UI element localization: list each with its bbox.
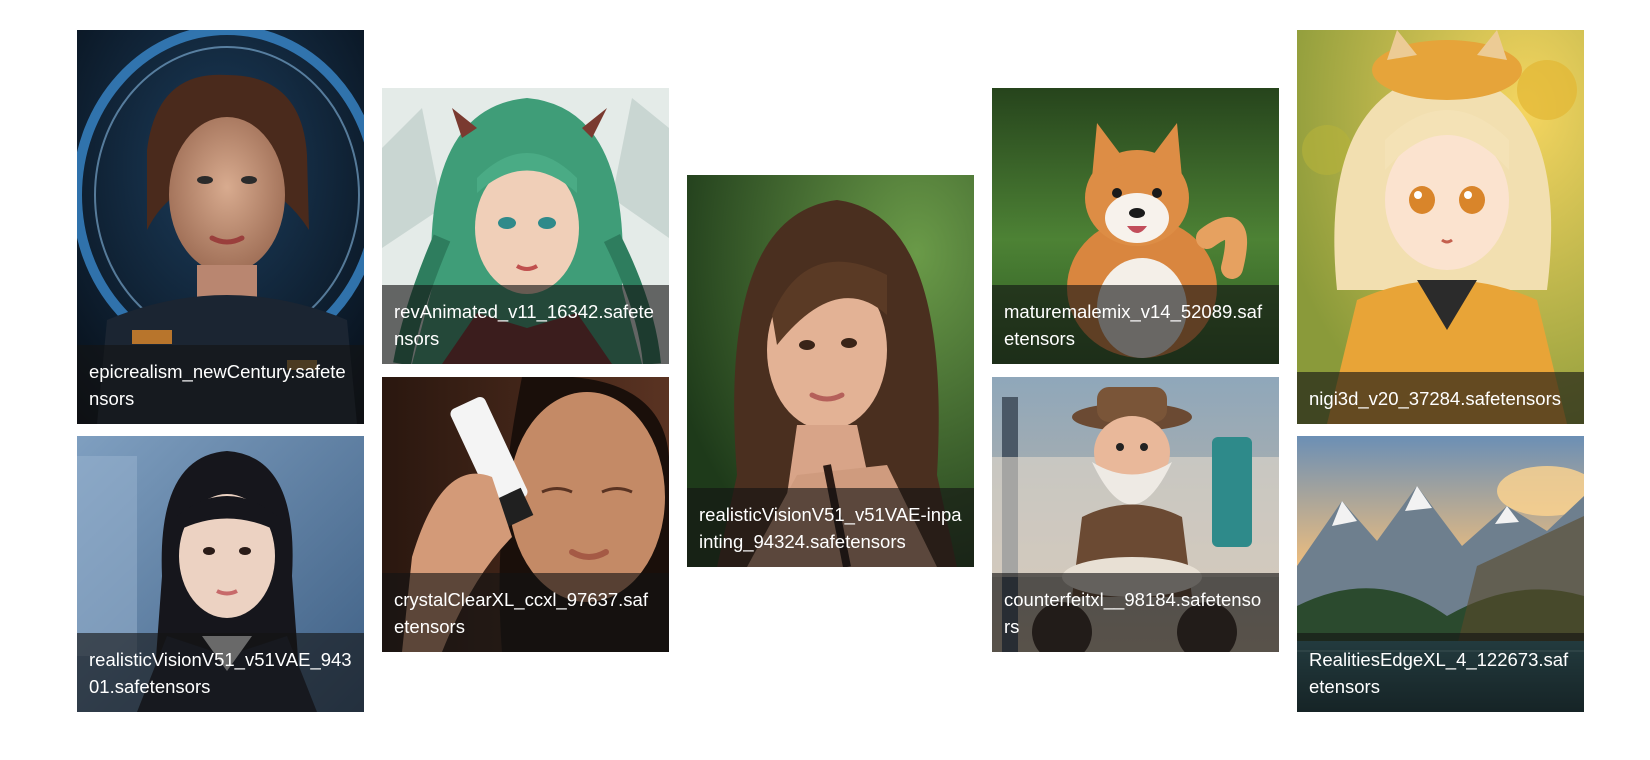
image-gallery: epicrealism_newCentury.safetensors reali… xyxy=(0,0,1650,760)
gallery-card[interactable]: realisticVisionV51_v51VAE-inpainting_943… xyxy=(687,175,974,567)
model-filename-caption: RealitiesEdgeXL_4_122673.safetensors xyxy=(1297,633,1584,712)
model-filename-caption: revAnimated_v11_16342.safetensors xyxy=(382,285,669,364)
gallery-card[interactable]: revAnimated_v11_16342.safetensors xyxy=(382,88,669,364)
model-filename-caption: counterfeitxl__98184.safetensors xyxy=(992,573,1279,652)
gallery-card[interactable]: realisticVisionV51_v51VAE_94301.safetens… xyxy=(77,436,364,712)
preview-image xyxy=(1297,30,1584,424)
gallery-card[interactable]: epicrealism_newCentury.safetensors xyxy=(77,30,364,424)
model-filename-caption: crystalClearXL_ccxl_97637.safetensors xyxy=(382,573,669,652)
model-filename-caption: realisticVisionV51_v51VAE_94301.safetens… xyxy=(77,633,364,712)
gallery-card[interactable]: RealitiesEdgeXL_4_122673.safetensors xyxy=(1297,436,1584,712)
gallery-card[interactable]: counterfeitxl__98184.safetensors xyxy=(992,377,1279,652)
gallery-card[interactable]: maturemalemix_v14_52089.safetensors xyxy=(992,88,1279,364)
gallery-card[interactable]: nigi3d_v20_37284.safetensors xyxy=(1297,30,1584,424)
model-filename-caption: epicrealism_newCentury.safetensors xyxy=(77,345,364,424)
model-filename-caption: maturemalemix_v14_52089.safetensors xyxy=(992,285,1279,364)
model-filename-caption: nigi3d_v20_37284.safetensors xyxy=(1297,372,1584,424)
gallery-card[interactable]: crystalClearXL_ccxl_97637.safetensors xyxy=(382,377,669,652)
model-filename-caption: realisticVisionV51_v51VAE-inpainting_943… xyxy=(687,488,974,567)
